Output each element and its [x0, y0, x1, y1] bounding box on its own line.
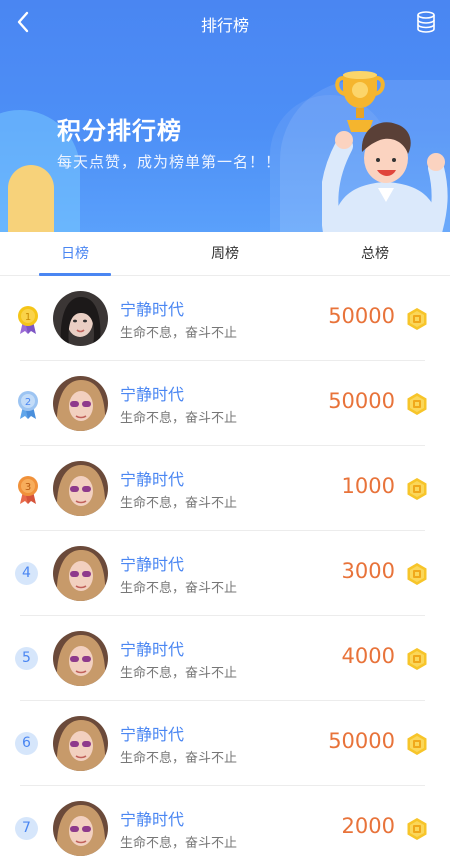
user-name: 宁静时代 [120, 725, 185, 744]
list-item[interactable]: 2 宁静时代 生命不息，奋斗不止 50000 [0, 361, 450, 446]
coin-icon [407, 648, 427, 670]
silver-medal-icon: 2 [18, 391, 38, 419]
avatar [53, 716, 108, 771]
svg-text:1: 1 [25, 312, 31, 323]
user-name: 宁静时代 [120, 555, 185, 574]
avatar [53, 376, 108, 431]
list-item[interactable]: 6 宁静时代 生命不息，奋斗不止 50000 [0, 701, 450, 786]
avatar [53, 461, 108, 516]
rank-number: 4 [15, 562, 38, 585]
rank-number: 6 [15, 732, 38, 755]
cheering-person-illustration [322, 122, 448, 232]
user-motto: 生命不息，奋斗不止 [120, 496, 238, 511]
tab-total[interactable]: 总榜 [320, 232, 430, 276]
rank-number: 5 [15, 647, 38, 670]
score-value: 50000 [328, 729, 395, 753]
user-name: 宁静时代 [120, 640, 185, 659]
user-motto: 生命不息，奋斗不止 [120, 751, 238, 766]
tab-label: 日榜 [61, 246, 89, 262]
banner-decoration [8, 165, 54, 232]
database-icon[interactable] [414, 10, 438, 34]
header-banner: 排行榜 积分排行榜 每天点赞，成为榜单第一名！！ [0, 0, 450, 232]
score-value: 3000 [341, 559, 395, 583]
banner-subline: 每天点赞，成为榜单第一名！！ [57, 153, 282, 171]
page-title: 排行榜 [200, 16, 249, 35]
user-motto: 生命不息，奋斗不止 [120, 836, 238, 851]
user-name: 宁静时代 [120, 470, 185, 489]
score-value: 2000 [341, 814, 395, 838]
avatar [53, 801, 108, 856]
avatar [53, 546, 108, 601]
avatar [53, 291, 108, 346]
gold-medal-icon: 1 [18, 306, 38, 334]
score-value: 50000 [328, 304, 395, 328]
coin-icon [407, 308, 427, 330]
user-motto: 生命不息，奋斗不止 [120, 581, 238, 596]
user-motto: 生命不息，奋斗不止 [120, 666, 238, 681]
user-motto: 生命不息，奋斗不止 [120, 411, 238, 426]
user-motto: 生命不息，奋斗不止 [120, 326, 238, 341]
score-value: 4000 [341, 644, 395, 668]
svg-text:3: 3 [25, 482, 31, 493]
list-item[interactable]: 7 宁静时代 生命不息，奋斗不止 2000 [0, 786, 450, 860]
svg-text:2: 2 [25, 397, 31, 408]
ranking-list: 1 宁静时代 生命不息，奋斗不止 50000 2 宁静时代 生命不息，奋斗不止 … [0, 276, 450, 860]
list-item[interactable]: 1 宁静时代 生命不息，奋斗不止 50000 [0, 276, 450, 361]
user-name: 宁静时代 [120, 300, 185, 319]
list-item[interactable]: 3 宁静时代 生命不息，奋斗不止 1000 [0, 446, 450, 531]
coin-icon [407, 818, 427, 840]
score-value: 50000 [328, 389, 395, 413]
user-name: 宁静时代 [120, 810, 185, 829]
avatar [53, 631, 108, 686]
coin-icon [407, 393, 427, 415]
list-item[interactable]: 5 宁静时代 生命不息，奋斗不止 4000 [0, 616, 450, 701]
banner-headline: 积分排行榜 [57, 117, 182, 145]
tab-daily[interactable]: 日榜 [20, 232, 130, 276]
coin-icon [407, 478, 427, 500]
navigation-bar: 排行榜 [0, 0, 450, 46]
coin-icon [407, 563, 427, 585]
list-item[interactable]: 4 宁静时代 生命不息，奋斗不止 3000 [0, 531, 450, 616]
tab-weekly[interactable]: 周榜 [170, 232, 280, 276]
score-value: 1000 [341, 474, 395, 498]
tab-label: 周榜 [211, 246, 239, 262]
ranking-tabs: 日榜 周榜 总榜 [0, 232, 450, 276]
user-name: 宁静时代 [120, 385, 185, 404]
coin-icon [407, 733, 427, 755]
bronze-medal-icon: 3 [18, 476, 38, 504]
tab-label: 总榜 [361, 246, 389, 262]
rank-number: 7 [15, 817, 38, 840]
